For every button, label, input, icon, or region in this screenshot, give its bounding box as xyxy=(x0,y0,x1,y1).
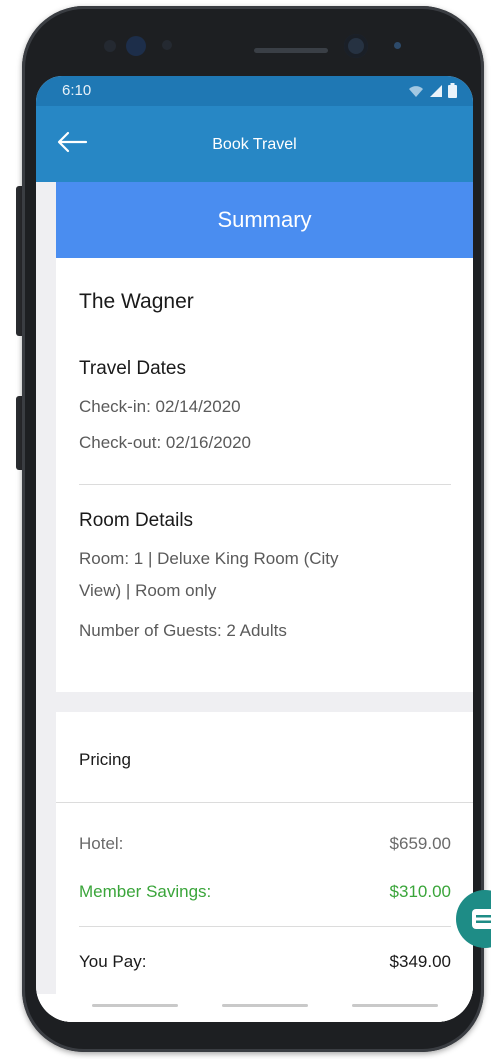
signal-icon xyxy=(430,84,442,97)
nav-indicator xyxy=(222,1004,308,1007)
scroll-content[interactable]: Summary The Wagner Travel Dates Check-in… xyxy=(36,182,473,1022)
sensor-dot xyxy=(104,40,116,52)
hotel-price-label: Hotel: xyxy=(79,834,124,853)
you-pay-label: You Pay: xyxy=(79,952,147,971)
member-savings-label: Member Savings: xyxy=(79,882,212,901)
hotel-price-value: $659.00 xyxy=(389,834,451,853)
pricing-title: Pricing xyxy=(79,750,131,769)
chat-icon xyxy=(472,909,491,929)
sensor-dot xyxy=(394,42,401,49)
total-divider xyxy=(79,926,451,927)
room-description-line1: Room: 1 | Deluxe King Room (City xyxy=(79,549,339,568)
room-details-title: Room Details xyxy=(79,510,194,531)
front-camera xyxy=(344,34,368,58)
section-divider xyxy=(79,484,451,485)
status-time: 6:10 xyxy=(62,82,92,99)
battery-icon xyxy=(448,83,457,98)
screen: 6:10 Book Travel Summary The Wagner Trav… xyxy=(36,76,473,1022)
app-bar-title: Book Travel xyxy=(212,136,297,153)
status-icons xyxy=(408,83,457,98)
check-out-date: Check-out: 02/16/2020 xyxy=(79,433,252,452)
chat-button[interactable] xyxy=(456,890,491,948)
pricing-divider xyxy=(56,802,473,803)
wifi-icon xyxy=(409,85,423,97)
navigation-bar xyxy=(36,994,473,1022)
summary-header: Summary xyxy=(56,182,473,258)
pricing-card: Pricing Hotel: $659.00 Member Savings: $… xyxy=(56,712,473,1022)
earpiece-speaker xyxy=(254,48,328,53)
front-sensor xyxy=(126,36,146,56)
nav-indicator xyxy=(352,1004,438,1007)
app-bar: Book Travel xyxy=(36,106,473,182)
member-savings-value: $310.00 xyxy=(389,882,451,901)
number-of-guests: Number of Guests: 2 Adults xyxy=(79,621,287,640)
summary-card: The Wagner Travel Dates Check-in: 02/14/… xyxy=(56,258,473,692)
hotel-name: The Wagner xyxy=(79,290,194,313)
check-in-date: Check-in: 02/14/2020 xyxy=(79,397,241,416)
room-description-line2: View) | Room only xyxy=(79,581,217,600)
nav-indicator xyxy=(92,1004,178,1007)
you-pay-value: $349.00 xyxy=(389,952,451,971)
phone-top-bezel xyxy=(22,6,484,86)
status-bar: 6:10 xyxy=(36,76,473,106)
sensor-dot xyxy=(162,40,172,50)
travel-dates-title: Travel Dates xyxy=(79,358,186,379)
